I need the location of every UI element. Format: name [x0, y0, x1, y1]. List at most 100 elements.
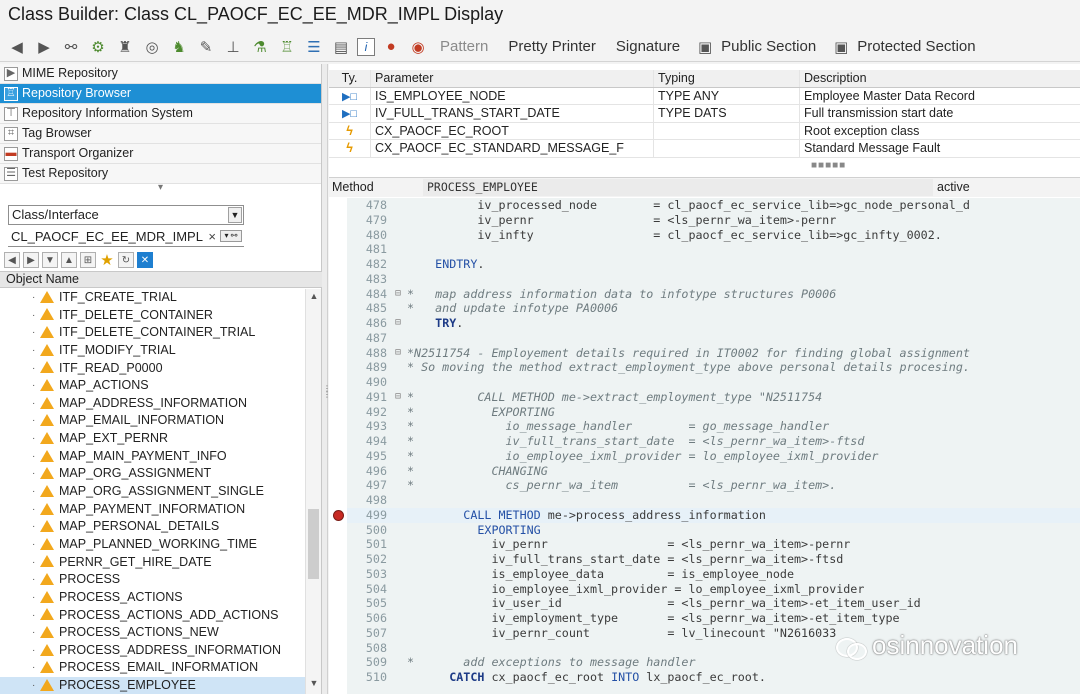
display-object-list-icon[interactable]: ▤: [330, 36, 352, 58]
tree-row[interactable]: · PROCESS: [0, 571, 305, 589]
code-line[interactable]: 496 * CHANGING: [347, 464, 1080, 479]
tree-row[interactable]: · ITF_DELETE_CONTAINER_TRIAL: [0, 324, 305, 342]
fold-marker-icon[interactable]: [389, 493, 407, 508]
fold-marker-icon[interactable]: [389, 508, 407, 523]
fold-marker-icon[interactable]: [389, 434, 407, 449]
nav-more-handle[interactable]: ▾: [0, 183, 321, 198]
object-list-icon[interactable]: ♖: [276, 36, 298, 58]
code-line[interactable]: 502 iv_full_trans_start_date = <ls_pernr…: [347, 552, 1080, 567]
fold-marker-icon[interactable]: [389, 596, 407, 611]
fold-marker-icon[interactable]: [389, 626, 407, 641]
fold-marker-icon[interactable]: ⊟: [389, 316, 407, 331]
pretty-printer-button[interactable]: Pretty Printer: [508, 38, 596, 55]
next-object-icon[interactable]: ▶: [23, 252, 39, 268]
back-arrow-icon[interactable]: ◀: [6, 36, 28, 58]
tree-row[interactable]: · MAP_MAIN_PAYMENT_INFO: [0, 448, 305, 466]
fold-marker-icon[interactable]: [389, 301, 407, 316]
fold-marker-icon[interactable]: [389, 272, 407, 287]
tree-row[interactable]: · MAP_EMAIL_INFORMATION: [0, 412, 305, 430]
clear-icon[interactable]: ×: [208, 227, 216, 246]
fold-marker-icon[interactable]: [389, 198, 407, 213]
watchpoint-icon[interactable]: ◉: [407, 36, 429, 58]
code-line[interactable]: 486 ⊟ TRY.: [347, 316, 1080, 331]
tree-row[interactable]: · MAP_PLANNED_WORKING_TIME: [0, 536, 305, 554]
code-line[interactable]: 498: [347, 493, 1080, 508]
expand-tree-icon[interactable]: ▲: [61, 252, 77, 268]
display-object-icon[interactable]: ▾ ⚯: [220, 230, 242, 242]
fold-marker-icon[interactable]: [389, 331, 407, 346]
fold-marker-icon[interactable]: [389, 478, 407, 493]
nav-mime-repository[interactable]: ▶ MIME Repository: [0, 64, 321, 84]
panel-splitter[interactable]: ⋮ ⋮: [322, 64, 331, 694]
other-object-icon[interactable]: ⚯: [60, 36, 82, 58]
public-section-button[interactable]: Public Section: [721, 38, 816, 55]
tree-row[interactable]: · PROCESS_ACTIONS: [0, 589, 305, 607]
favorites-star-icon[interactable]: ★: [99, 252, 115, 269]
parameter-row[interactable]: ϟ CX_PAOCF_EC_ROOT Root exception class: [329, 122, 1080, 140]
code-line[interactable]: 505 iv_user_id = <ls_pernr_wa_item>-et_i…: [347, 596, 1080, 611]
close-icon[interactable]: ✕: [137, 252, 153, 268]
code-line[interactable]: 503 is_employee_data = is_employee_node: [347, 567, 1080, 582]
nav-tag-browser[interactable]: ⌗ Tag Browser: [0, 124, 321, 144]
fold-marker-icon[interactable]: [389, 360, 407, 375]
test-tube-icon[interactable]: ⚗: [249, 36, 271, 58]
nav-transport-organizer[interactable]: ▬ Transport Organizer: [0, 144, 321, 164]
tree-row[interactable]: · PERNR_GET_HIRE_DATE: [0, 554, 305, 572]
tree-row[interactable]: · PROCESS_ACTIONS_NEW: [0, 624, 305, 642]
refresh-icon[interactable]: ↻: [118, 252, 134, 268]
code-line[interactable]: 479 iv_pernr = <ls_pernr_wa_item>-pernr: [347, 213, 1080, 228]
scrollbar-thumb[interactable]: [308, 509, 319, 579]
code-line[interactable]: 487: [347, 331, 1080, 346]
fold-marker-icon[interactable]: [389, 449, 407, 464]
tree-row[interactable]: · MAP_PAYMENT_INFORMATION: [0, 501, 305, 519]
code-line[interactable]: 490: [347, 375, 1080, 390]
nav-repository-browser[interactable]: ♖ Repository Browser: [0, 84, 321, 104]
tree-row[interactable]: · ITF_CREATE_TRIAL: [0, 289, 305, 307]
code-line[interactable]: 481: [347, 242, 1080, 257]
fold-marker-icon[interactable]: [389, 670, 407, 685]
fold-marker-icon[interactable]: ⊟: [389, 390, 407, 405]
tree-row[interactable]: · ITF_DELETE_CONTAINER: [0, 307, 305, 325]
code-line[interactable]: 510 CATCH cx_paocf_ec_root INTO lx_paocf…: [347, 670, 1080, 685]
code-line[interactable]: 493 * io_message_handler = go_message_han…: [347, 419, 1080, 434]
resize-handle-icon[interactable]: ■■■■■: [811, 160, 846, 171]
object-tree-scrollbar[interactable]: ▲ ▼: [305, 289, 321, 694]
breakpoint-icon[interactable]: [333, 509, 344, 521]
fold-marker-icon[interactable]: [389, 419, 407, 434]
tree-row[interactable]: · ITF_MODIFY_TRIAL: [0, 342, 305, 360]
tree-row[interactable]: · ITF_READ_P0000: [0, 360, 305, 378]
code-line[interactable]: 499 CALL METHOD me->process_address_info…: [347, 507, 1080, 523]
parameter-row[interactable]: ϟ CX_PAOCF_EC_STANDARD_MESSAGE_F Standard …: [329, 140, 1080, 158]
code-line[interactable]: 488 ⊟ *N2511754 - Employement details requ…: [347, 346, 1080, 361]
fold-marker-icon[interactable]: [389, 228, 407, 243]
set-breakpoint-icon[interactable]: ●: [380, 36, 402, 58]
tree-row[interactable]: · PROCESS_ACTIONS_ADD_ACTIONS: [0, 607, 305, 625]
nav-repository-information-system[interactable]: ⊤ Repository Information System: [0, 104, 321, 124]
code-line[interactable]: 504 io_employee_ixml_provider = lo_emplo…: [347, 582, 1080, 597]
fold-marker-icon[interactable]: [389, 405, 407, 420]
code-line[interactable]: 482 ENDTRY.: [347, 257, 1080, 272]
code-line[interactable]: 495 * io_employee_ixml_provider = lo_empl…: [347, 449, 1080, 464]
fold-marker-icon[interactable]: [389, 464, 407, 479]
fold-marker-icon[interactable]: [389, 552, 407, 567]
code-line[interactable]: 501 iv_pernr = <ls_pernr_wa_item>-pernr: [347, 537, 1080, 552]
display-change-icon[interactable]: ⚙: [87, 36, 109, 58]
pattern-button[interactable]: Pattern: [440, 38, 488, 55]
hierarchy-icon[interactable]: ⊞: [80, 252, 96, 268]
code-line[interactable]: 489 * So moving the method extract_employ…: [347, 360, 1080, 375]
where-used-icon[interactable]: ♞: [168, 36, 190, 58]
code-line[interactable]: 491 ⊟ * CALL METHOD me->extract_employment…: [347, 390, 1080, 405]
parameter-row[interactable]: ▶□ IS_EMPLOYEE_NODE TYPE ANY Employee Maste…: [329, 87, 1080, 105]
tree-row[interactable]: · MAP_ORG_ASSIGNMENT_SINGLE: [0, 483, 305, 501]
code-line[interactable]: 506 iv_employment_type = <ls_pernr_wa_it…: [347, 611, 1080, 626]
tree-row[interactable]: · MAP_EXT_PERNR: [0, 430, 305, 448]
activate-icon[interactable]: ◎: [141, 36, 163, 58]
tree-row[interactable]: · PROCESS_EMAIL_INFORMATION: [0, 659, 305, 677]
fold-marker-icon[interactable]: [389, 213, 407, 228]
fold-marker-icon[interactable]: [389, 582, 407, 597]
scroll-up-icon[interactable]: ▲: [306, 291, 322, 305]
fold-marker-icon[interactable]: [389, 257, 407, 272]
code-line[interactable]: 492 * EXPORTING: [347, 405, 1080, 420]
fold-marker-icon[interactable]: [389, 242, 407, 257]
tree-row[interactable]: · MAP_ACTIONS: [0, 377, 305, 395]
